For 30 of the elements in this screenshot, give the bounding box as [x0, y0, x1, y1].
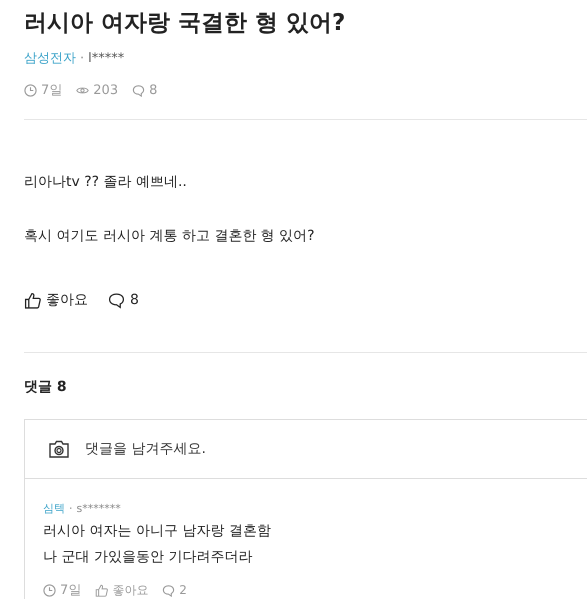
post-text: 혹시 여기도 러시아 계통 하고 결혼한 형 있어? [24, 227, 316, 246]
like-button[interactable]: 좋아요 [24, 291, 88, 309]
speech-bubble-icon [162, 584, 176, 596]
comment-count: 8 [149, 82, 158, 98]
separator-dot: · [69, 502, 72, 515]
thumbs-up-icon [24, 292, 41, 308]
view-count: 203 [93, 82, 118, 98]
author-name: l***** [88, 51, 124, 66]
clock-icon [24, 84, 37, 96]
author-name: s******* [76, 502, 121, 515]
camera-icon [49, 440, 69, 458]
reply-button[interactable]: 2 [162, 583, 187, 597]
clock-icon [43, 584, 56, 596]
post-title: 러시아 여자랑 국결한 형 있어? [24, 9, 346, 38]
company-link[interactable]: 심텍 [43, 502, 65, 515]
thumbs-up-icon [95, 584, 108, 596]
comment-input-field[interactable]: 댓글을 남겨주세요. [83, 440, 587, 458]
post-text: 리아나tv ?? 졸라 예쁘네.. [24, 173, 188, 192]
comment-button[interactable]: 8 [108, 291, 139, 309]
comment-text: 나 군대 가있을동안 기다려주더라 [43, 548, 254, 567]
speech-bubble-icon [108, 292, 125, 308]
post-time: 7일 [41, 82, 62, 99]
comment-time: 7일 [60, 582, 82, 599]
separator-dot: · [80, 51, 84, 66]
comment-text: 러시아 여자는 아니구 남자랑 결혼함 [43, 522, 272, 541]
comment-field[interactable]: 댓글을 남겨주세요. [24, 419, 587, 479]
company-link[interactable]: 삼성전자 [24, 51, 76, 66]
like-button[interactable]: 좋아요 [95, 582, 148, 598]
speech-bubble-icon [132, 84, 146, 96]
comments-heading: 댓글 8 [24, 378, 68, 397]
